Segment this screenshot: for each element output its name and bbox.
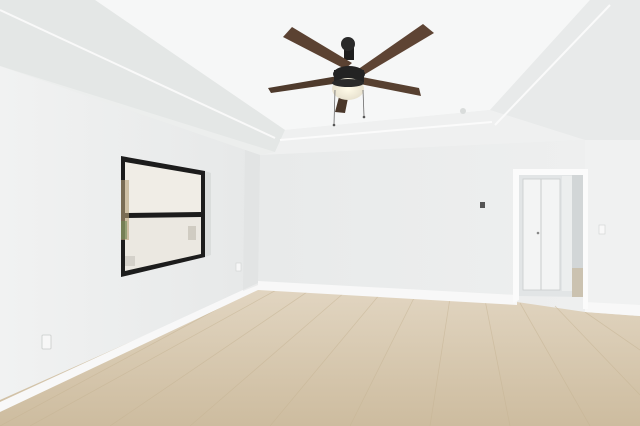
corner-shadow [243, 150, 260, 291]
right-wall [585, 140, 640, 315]
closet-door [522, 178, 561, 291]
room-scene [0, 0, 640, 426]
wall-sensor [480, 202, 485, 208]
doorway [513, 169, 588, 309]
wall-outlet [235, 262, 242, 272]
room-photo [0, 0, 640, 426]
smoke-detector [460, 108, 466, 114]
light-switch [598, 224, 606, 235]
wall-outlet [41, 334, 52, 350]
